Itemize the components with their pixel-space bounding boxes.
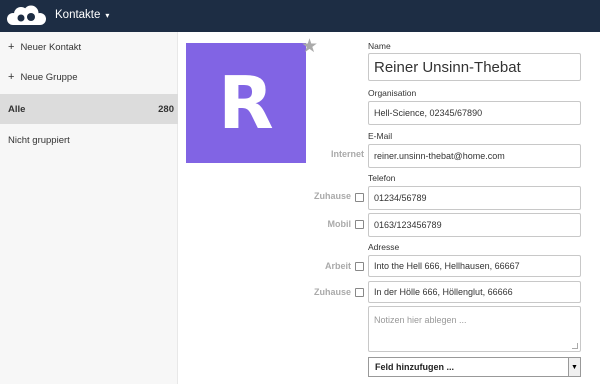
- sidebar-item-all[interactable]: Alle 280: [0, 94, 178, 124]
- address-type-label: Zuhause: [313, 287, 351, 297]
- phone-label: Telefon: [368, 173, 396, 183]
- address-preferred-checkbox[interactable]: [355, 288, 364, 297]
- add-field-label: Feld hinzufugen ...: [375, 362, 454, 372]
- address-field[interactable]: Into the Hell 666, Hellhausen, 66667: [368, 255, 581, 277]
- top-bar: Kontakte ▾: [0, 0, 600, 32]
- name-label: Name: [368, 41, 391, 51]
- star-icon[interactable]: ★: [301, 37, 318, 56]
- email-type-label: Internet: [330, 149, 364, 159]
- new-contact-label: Neuer Kontakt: [20, 41, 82, 53]
- resize-handle-icon[interactable]: [572, 343, 578, 349]
- address-preferred-checkbox[interactable]: [355, 262, 364, 271]
- address-label: Adresse: [368, 242, 400, 252]
- sidebar-item-ungrouped[interactable]: Nicht gruppiert: [0, 125, 178, 155]
- dropdown-arrow-icon: ▼: [568, 358, 580, 376]
- phone-preferred-checkbox[interactable]: [355, 220, 364, 229]
- sidebar-item-label: Nicht gruppiert: [8, 134, 70, 146]
- sidebar-item-label: Alle: [8, 103, 26, 115]
- app-title: Kontakte: [55, 9, 101, 21]
- add-field-select[interactable]: Feld hinzufugen ... ▼: [368, 357, 581, 377]
- organisation-field[interactable]: Hell-Science, 02345/67890: [368, 101, 581, 125]
- avatar-letter: R: [218, 61, 274, 145]
- phone-field[interactable]: 0163/123456789: [368, 213, 581, 237]
- phone-field[interactable]: 01234/56789: [368, 186, 581, 210]
- phone-type-label: Mobil: [327, 219, 352, 229]
- organisation-label: Organisation: [368, 88, 417, 98]
- name-field[interactable]: Reiner Unsinn-Thebat: [368, 53, 581, 81]
- plus-icon: +: [8, 40, 15, 53]
- avatar[interactable]: R: [186, 43, 306, 163]
- email-field[interactable]: reiner.unsinn-thebat@home.com: [368, 144, 581, 168]
- new-group-label: Neue Gruppe: [20, 71, 78, 83]
- chevron-down-icon: ▾: [105, 10, 110, 20]
- contact-count: 280: [158, 103, 174, 115]
- plus-icon: +: [8, 70, 15, 83]
- email-label: E-Mail: [368, 131, 393, 141]
- address-type-label: Arbeit: [324, 261, 351, 271]
- new-group-button[interactable]: + Neue Gruppe: [0, 62, 178, 92]
- owncloud-logo-icon[interactable]: [4, 5, 48, 27]
- app-menu-button[interactable]: Kontakte ▾: [55, 9, 109, 21]
- new-contact-button[interactable]: + Neuer Kontakt: [0, 32, 178, 62]
- notes-textarea[interactable]: Notizen hier ablegen ...: [368, 306, 581, 352]
- address-field[interactable]: In der Hölle 666, Höllenglut, 66666: [368, 281, 581, 303]
- sidebar: + Neuer Kontakt + Neue Gruppe Alle 280 N…: [0, 32, 178, 384]
- notes-placeholder: Notizen hier ablegen ...: [374, 315, 467, 325]
- phone-type-label: Zuhause: [313, 191, 351, 201]
- phone-preferred-checkbox[interactable]: [355, 193, 364, 202]
